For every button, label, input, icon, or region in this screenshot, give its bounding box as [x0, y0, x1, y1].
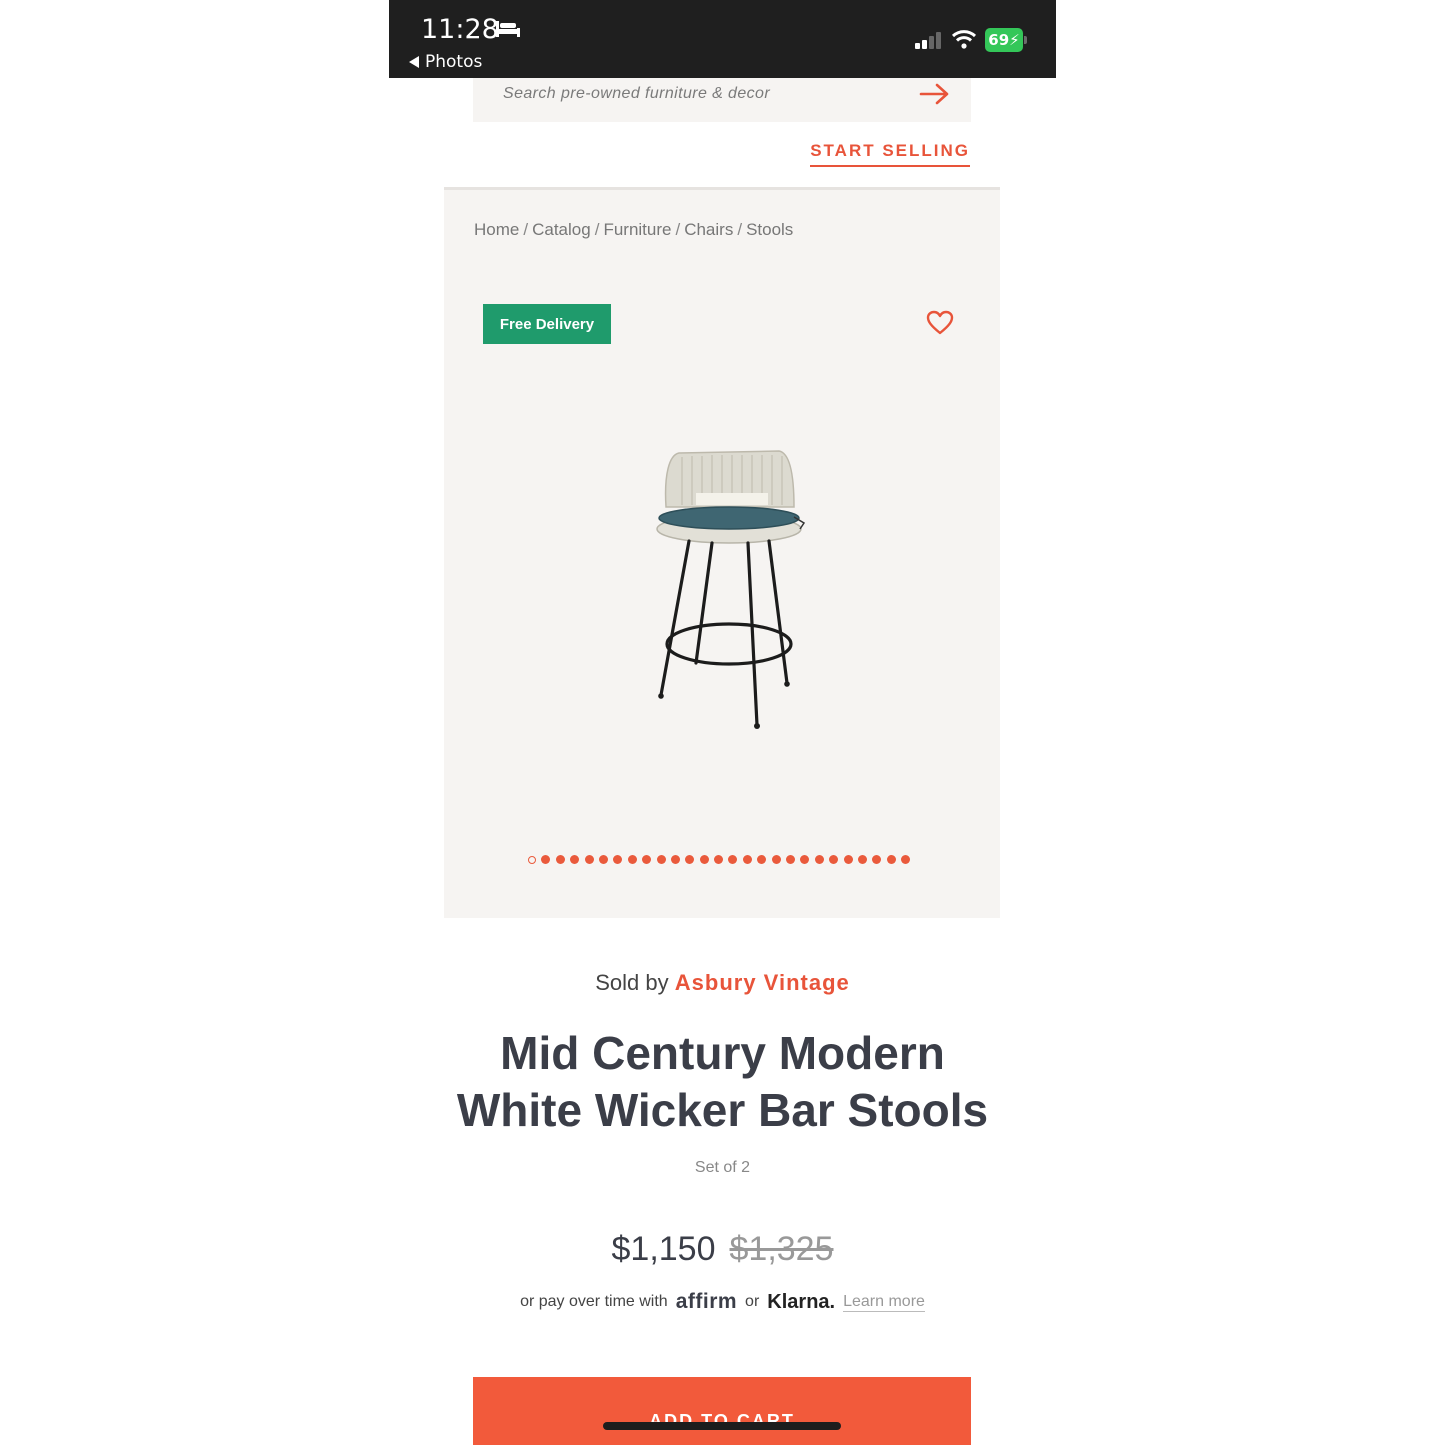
breadcrumb: Home / Catalog / Furniture / Chairs / Stools: [474, 220, 794, 240]
gallery-dot[interactable]: [541, 855, 551, 864]
bar-stool-product-image[interactable]: [644, 445, 814, 730]
breadcrumb-item-home[interactable]: Home: [474, 220, 519, 240]
back-to-photos-button[interactable]: Photos: [409, 52, 482, 72]
gallery-dot[interactable]: [742, 855, 752, 864]
gallery-dot[interactable]: [800, 855, 810, 864]
product-gallery[interactable]: Home / Catalog / Furniture / Chairs / Stools…: [444, 187, 1000, 918]
breadcrumb-item-furniture[interactable]: Furniture: [603, 220, 671, 240]
gallery-dot[interactable]: [901, 855, 911, 864]
gallery-dot[interactable]: [886, 855, 896, 864]
gallery-dot[interactable]: [613, 855, 623, 864]
arrow-right-icon[interactable]: [919, 82, 951, 106]
gallery-dot[interactable]: [670, 855, 680, 864]
status-time: 11:28: [421, 14, 499, 45]
sold-by: Sold by Asbury Vintage: [389, 970, 1056, 996]
wifi-icon: [951, 30, 977, 49]
breadcrumb-item-stools[interactable]: Stools: [746, 220, 793, 240]
gallery-dot[interactable]: [757, 855, 767, 864]
gallery-dot[interactable]: [685, 855, 695, 864]
add-to-cart-button[interactable]: ADD TO CART: [473, 1377, 971, 1445]
back-arrow-icon: [409, 56, 419, 68]
product-title: Mid Century Modern White Wicker Bar Stoo…: [389, 1025, 1056, 1139]
klarna-logo: Klarna.: [767, 1290, 836, 1313]
gallery-dot[interactable]: [857, 855, 867, 864]
financing-prefix: or pay over time with: [520, 1293, 668, 1310]
gallery-dot[interactable]: [555, 855, 565, 864]
start-selling-link[interactable]: START SELLING: [810, 141, 970, 167]
gallery-dot[interactable]: [528, 855, 536, 864]
gallery-dot[interactable]: [656, 855, 666, 864]
cellular-signal-icon: [915, 32, 941, 49]
gallery-dot[interactable]: [829, 855, 839, 864]
gallery-dot[interactable]: [872, 855, 882, 864]
gallery-dot[interactable]: [843, 855, 853, 864]
gallery-pagination[interactable]: [528, 855, 911, 864]
search-bar[interactable]: Search pre-owned furniture & decor: [473, 78, 971, 122]
battery-icon: 69 ⚡: [985, 28, 1029, 52]
free-delivery-badge: Free Delivery: [483, 304, 611, 344]
seller-link[interactable]: Asbury Vintage: [675, 970, 850, 995]
breadcrumb-item-catalog[interactable]: Catalog: [532, 220, 591, 240]
product-subtitle: Set of 2: [694, 1159, 751, 1176]
price-row: $1,150 $1,325: [389, 1230, 1056, 1269]
product-title-line1: Mid Century Modern: [500, 1027, 945, 1079]
phone-screen: 11:28 Photos 69 ⚡ Search pre-owned furni…: [389, 0, 1056, 1445]
gallery-dot[interactable]: [570, 855, 580, 864]
home-indicator[interactable]: [603, 1422, 841, 1430]
gallery-dot[interactable]: [786, 855, 796, 864]
gallery-dot[interactable]: [699, 855, 709, 864]
gallery-dot[interactable]: [627, 855, 637, 864]
current-price: $1,150: [611, 1230, 716, 1268]
financing-row: or pay over time with affirm or Klarna. …: [389, 1290, 1056, 1314]
status-bar: 11:28 Photos 69 ⚡: [389, 0, 1056, 78]
financing-or: or: [745, 1293, 760, 1310]
gallery-dot[interactable]: [771, 855, 781, 864]
gallery-dot[interactable]: [814, 855, 824, 864]
battery-level: 69: [988, 31, 1010, 49]
bed-icon: [496, 21, 520, 37]
heart-icon[interactable]: [926, 310, 954, 336]
sold-by-prefix: Sold by: [595, 970, 669, 995]
gallery-dot[interactable]: [642, 855, 652, 864]
breadcrumb-item-chairs[interactable]: Chairs: [684, 220, 733, 240]
original-price: $1,325: [729, 1230, 834, 1268]
gallery-dot[interactable]: [598, 855, 608, 864]
gallery-dot[interactable]: [714, 855, 724, 864]
gallery-dot[interactable]: [584, 855, 594, 864]
affirm-logo: affirm: [675, 1290, 738, 1313]
back-label: Photos: [425, 52, 483, 72]
learn-more-link[interactable]: Learn more: [843, 1293, 925, 1312]
gallery-dot[interactable]: [728, 855, 738, 864]
search-input[interactable]: Search pre-owned furniture & decor: [503, 85, 770, 103]
product-title-line2: White Wicker Bar Stools: [456, 1084, 989, 1136]
